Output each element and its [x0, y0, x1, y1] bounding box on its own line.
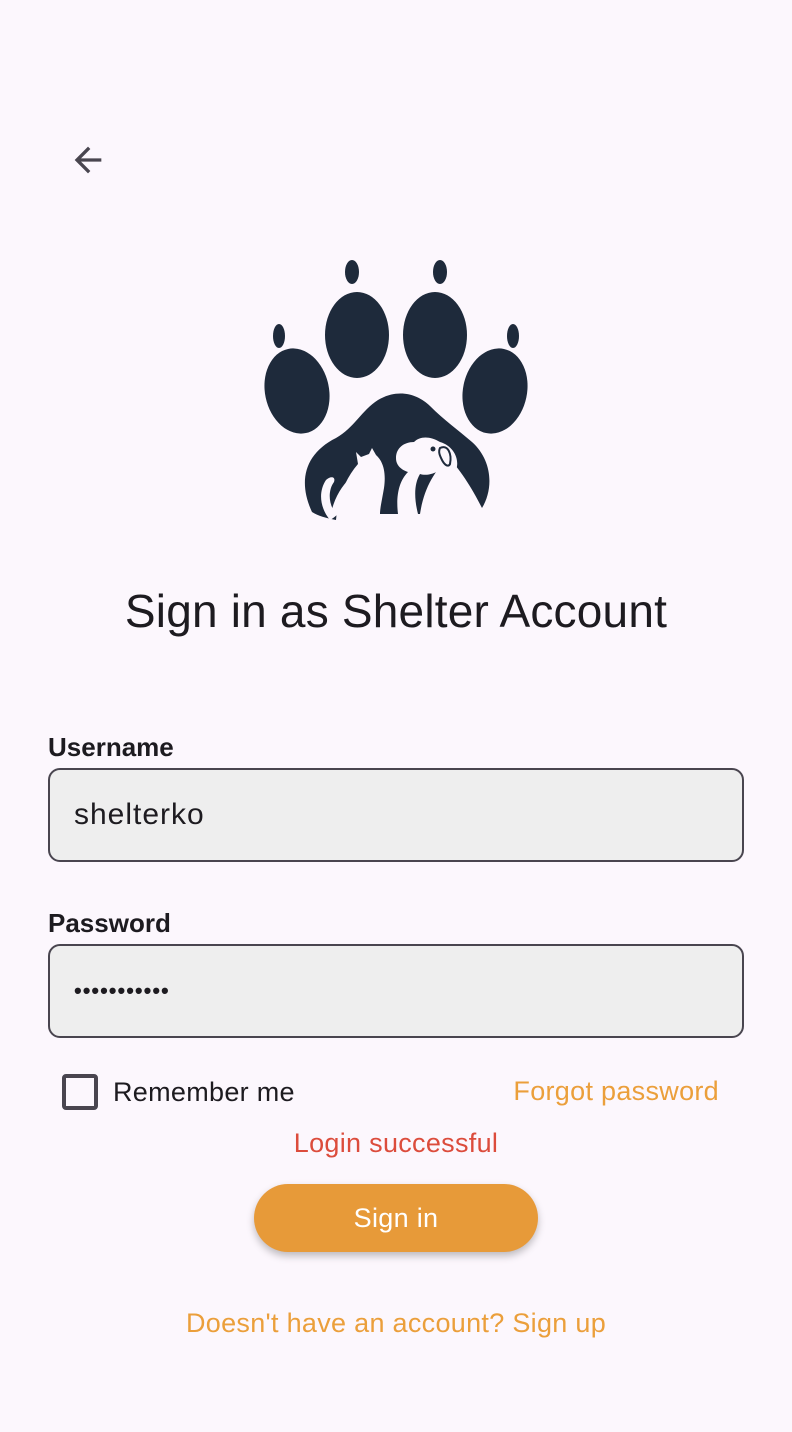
- remember-me-checkbox[interactable]: Remember me: [62, 1074, 295, 1110]
- sign-in-button[interactable]: Sign in: [254, 1184, 538, 1252]
- forgot-password-link[interactable]: Forgot password: [513, 1076, 719, 1107]
- checkbox-icon[interactable]: [62, 1074, 98, 1110]
- back-button[interactable]: [56, 128, 120, 192]
- arrow-left-icon: [74, 146, 102, 174]
- remember-me-label: Remember me: [113, 1076, 295, 1107]
- username-field[interactable]: shelterko: [48, 768, 744, 862]
- page-title: Sign in as Shelter Account: [124, 585, 668, 637]
- paw-with-cat-and-dog-icon: [264, 260, 528, 520]
- status-message: Login successful: [293, 1128, 499, 1158]
- paw-logo: [258, 252, 534, 524]
- username-value: shelterko: [74, 798, 205, 831]
- password-label: Password: [48, 908, 171, 938]
- password-value: •••••••••••: [74, 978, 170, 1003]
- sign-up-link[interactable]: Doesn't have an account? Sign up: [0, 1308, 792, 1339]
- password-field[interactable]: •••••••••••: [48, 944, 744, 1038]
- username-label: Username: [48, 732, 174, 762]
